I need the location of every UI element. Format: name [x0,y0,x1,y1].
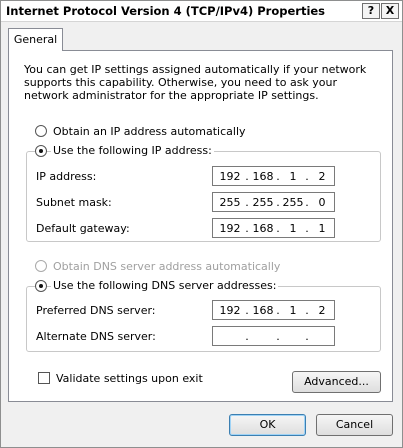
subnet-mask-input[interactable]: 255 . 255 . 255 . 0 [212,192,335,212]
octet-dot: . [276,330,280,343]
octet-dot: . [276,222,280,235]
obtain-ip-auto-label[interactable]: Obtain an IP address automatically [53,125,246,138]
ip-address-octet-3: 1 [289,170,297,183]
ip-address-octet-1: 192 [219,170,241,183]
obtain-ip-auto-radio[interactable] [35,125,47,137]
default-gateway-label: Default gateway: [36,222,130,235]
octet-dot: . [276,304,280,317]
validate-settings-label[interactable]: Validate settings upon exit [56,372,203,385]
default-gateway-octet-3: 1 [289,222,297,235]
default-gateway-input[interactable]: 192 . 168 . 1 . 1 [212,218,335,238]
use-following-ip-radio[interactable] [35,145,47,157]
octet-dot: . [305,196,309,209]
octet-dot: . [305,330,309,343]
preferred-dns-octet-1: 192 [219,304,241,317]
obtain-dns-auto-label[interactable]: Obtain DNS server address automatically [53,260,280,273]
description-text: You can get IP settings assigned automat… [24,63,367,102]
dialog-window: Internet Protocol Version 4 (TCP/IPv4) P… [0,0,403,448]
octet-dot: . [305,222,309,235]
subnet-mask-octet-4: 0 [318,196,326,209]
ip-address-octet-2: 168 [252,170,274,183]
subnet-mask-label: Subnet mask: [36,196,112,209]
octet-dot: . [245,330,249,343]
default-gateway-octet-1: 192 [219,222,241,235]
ok-button[interactable]: OK [229,414,306,436]
window-title: Internet Protocol Version 4 (TCP/IPv4) P… [6,4,326,18]
octet-dot: . [276,196,280,209]
ip-address-label: IP address: [36,170,97,183]
preferred-dns-octet-4: 2 [318,304,326,317]
use-following-ip-label[interactable]: Use the following IP address: [51,144,214,157]
close-button[interactable]: X [381,3,399,19]
alternate-dns-input[interactable]: . . . [212,326,335,346]
subnet-mask-octet-1: 255 [219,196,241,209]
validate-settings-checkbox[interactable] [38,372,50,384]
general-tab-panel: You can get IP settings assigned automat… [8,50,393,402]
help-button[interactable]: ? [362,3,380,19]
octet-dot: . [305,170,309,183]
alternate-dns-label: Alternate DNS server: [36,330,156,343]
default-gateway-octet-2: 168 [252,222,274,235]
subnet-mask-octet-2: 255 [252,196,274,209]
use-following-dns-label[interactable]: Use the following DNS server addresses: [51,279,279,292]
preferred-dns-input[interactable]: 192 . 168 . 1 . 2 [212,300,335,320]
octet-dot: . [245,304,249,317]
subnet-mask-octet-3: 255 [282,196,304,209]
preferred-dns-label: Preferred DNS server: [36,304,156,317]
octet-dot: . [276,170,280,183]
octet-dot: . [245,222,249,235]
preferred-dns-octet-2: 168 [252,304,274,317]
preferred-dns-octet-3: 1 [289,304,297,317]
title-bar: Internet Protocol Version 4 (TCP/IPv4) P… [1,1,402,22]
ip-address-octet-4: 2 [318,170,326,183]
advanced-button[interactable]: Advanced... [292,371,381,393]
tab-general[interactable]: General [8,28,63,51]
octet-dot: . [305,304,309,317]
octet-dot: . [245,170,249,183]
cancel-button[interactable]: Cancel [316,414,393,436]
obtain-dns-auto-radio[interactable] [35,260,47,272]
use-following-dns-radio[interactable] [35,280,47,292]
default-gateway-octet-4: 1 [318,222,326,235]
octet-dot: . [245,196,249,209]
ip-address-input[interactable]: 192 . 168 . 1 . 2 [212,166,335,186]
